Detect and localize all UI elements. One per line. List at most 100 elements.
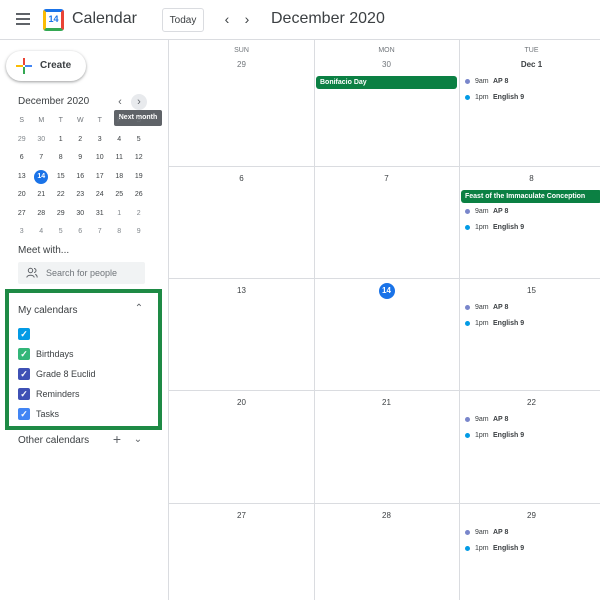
mini-day[interactable]: 23: [71, 188, 91, 202]
mini-day[interactable]: 30: [32, 133, 52, 147]
mini-day[interactable]: 4: [110, 133, 130, 147]
mini-day[interactable]: 20: [12, 188, 32, 202]
calendar-checkbox[interactable]: ✓: [18, 408, 30, 420]
mini-day[interactable]: 5: [129, 133, 149, 147]
calendar-checkbox[interactable]: ✓: [18, 328, 30, 340]
day-number[interactable]: 6: [169, 172, 314, 186]
timed-event[interactable]: 1pm English 9: [465, 430, 600, 442]
mini-day[interactable]: 10: [90, 151, 110, 165]
day-number[interactable]: 28: [314, 509, 459, 523]
all-day-event-chip[interactable]: Bonifacio Day: [316, 76, 457, 89]
mini-day[interactable]: 16: [71, 170, 91, 184]
mini-day[interactable]: 5: [51, 225, 71, 239]
mini-day[interactable]: 7: [32, 151, 52, 165]
mini-day[interactable]: 12: [129, 151, 149, 165]
mini-day[interactable]: 6: [71, 225, 91, 239]
day-number[interactable]: 7: [314, 172, 459, 186]
mini-day[interactable]: 7: [90, 225, 110, 239]
mini-day[interactable]: 29: [12, 133, 32, 147]
hamburger-menu-icon[interactable]: [16, 13, 30, 25]
chevron-down-icon[interactable]: ⌄: [132, 434, 144, 445]
mini-weekday: F: [117, 117, 122, 125]
timed-event[interactable]: 1pm English 9: [465, 318, 600, 330]
day-number[interactable]: 8: [459, 172, 600, 186]
mini-day[interactable]: 14: [32, 169, 52, 184]
mini-day[interactable]: 1: [51, 133, 71, 147]
timed-event[interactable]: 1pm English 9: [465, 543, 600, 555]
mini-day[interactable]: 18: [110, 170, 130, 184]
calendar-item[interactable]: ✓ Grade 8 Euclid: [18, 368, 138, 382]
app-title[interactable]: Calendar: [72, 10, 137, 28]
day-number[interactable]: 30: [314, 58, 459, 72]
mini-day[interactable]: 29: [51, 207, 71, 221]
calendar-item[interactable]: ✓ Birthdays: [18, 348, 138, 362]
calendar-checkbox[interactable]: ✓: [18, 348, 30, 360]
mini-day[interactable]: 8: [51, 151, 71, 165]
day-number[interactable]: 22: [459, 396, 600, 410]
chevron-up-icon[interactable]: ⌃: [133, 303, 145, 314]
mini-day[interactable]: 6: [12, 151, 32, 165]
timed-event[interactable]: 9am AP 8: [465, 206, 600, 218]
timed-event[interactable]: 9am AP 8: [465, 527, 600, 539]
mini-day[interactable]: 31: [90, 207, 110, 221]
day-number[interactable]: 13: [169, 284, 314, 298]
today-button[interactable]: Today: [162, 8, 204, 32]
day-number[interactable]: 29: [169, 58, 314, 72]
mini-next-month-icon[interactable]: ›: [131, 94, 147, 110]
mini-day[interactable]: 27: [12, 207, 32, 221]
day-number[interactable]: 29: [459, 509, 600, 523]
mini-day[interactable]: 1: [110, 207, 130, 221]
chevron-left-icon[interactable]: ‹: [219, 11, 235, 27]
mini-day[interactable]: 3: [12, 225, 32, 239]
mini-day[interactable]: 8: [110, 225, 130, 239]
all-day-event-chip[interactable]: Feast of the Immaculate Conception: [461, 190, 600, 203]
mini-day[interactable]: 13: [12, 170, 32, 184]
mini-day[interactable]: 4: [32, 225, 52, 239]
chevron-right-icon[interactable]: ›: [239, 11, 255, 27]
my-calendars-title[interactable]: My calendars: [18, 305, 77, 316]
mini-day[interactable]: 24: [90, 188, 110, 202]
timed-event[interactable]: 1pm English 9: [465, 222, 600, 234]
calendar-checkbox[interactable]: ✓: [18, 368, 30, 380]
mini-day[interactable]: 15: [51, 170, 71, 184]
timed-event[interactable]: 9am AP 8: [465, 302, 600, 314]
day-number[interactable]: 27: [169, 509, 314, 523]
other-calendars-title[interactable]: Other calendars: [18, 435, 89, 446]
calendar-label: Reminders: [36, 389, 80, 399]
timed-event[interactable]: 9am AP 8: [465, 76, 600, 88]
calendar-label: Grade 8 Euclid: [36, 369, 96, 379]
mini-day[interactable]: 11: [110, 151, 130, 165]
day-number[interactable]: 21: [314, 396, 459, 410]
mini-day[interactable]: 3: [90, 133, 110, 147]
mini-day-label: 28: [37, 209, 46, 217]
mini-day[interactable]: 21: [32, 188, 52, 202]
create-button[interactable]: Create: [6, 51, 86, 81]
mini-day[interactable]: 9: [71, 151, 91, 165]
event-time: 1pm: [475, 432, 489, 439]
mini-day[interactable]: 2: [71, 133, 91, 147]
mini-day[interactable]: 2: [129, 207, 149, 221]
calendar-item[interactable]: ✓ Reminders: [18, 388, 138, 402]
mini-day-label: 8: [58, 154, 63, 162]
today-date-badge[interactable]: 14: [378, 283, 395, 299]
timed-event[interactable]: 1pm English 9: [465, 92, 600, 104]
calendar-item[interactable]: ✓ Tasks: [18, 408, 138, 422]
mini-day[interactable]: 30: [71, 207, 91, 221]
day-number[interactable]: 20: [169, 396, 314, 410]
timed-event[interactable]: 9am AP 8: [465, 414, 600, 426]
mini-day[interactable]: 25: [110, 188, 130, 202]
calendar-checkbox[interactable]: ✓: [18, 388, 30, 400]
add-other-calendar-icon[interactable]: +: [110, 431, 124, 447]
mini-day[interactable]: 9: [129, 225, 149, 239]
day-number[interactable]: 15: [459, 284, 600, 298]
mini-day[interactable]: 17: [90, 170, 110, 184]
mini-day[interactable]: 28: [32, 207, 52, 221]
search-people-input[interactable]: Search for people: [18, 262, 145, 284]
day-number[interactable]: Dec 1: [459, 58, 600, 72]
mini-day[interactable]: 22: [51, 188, 71, 202]
mini-day[interactable]: 19: [129, 170, 149, 184]
calendar-item[interactable]: ✓: [18, 328, 138, 342]
mini-day[interactable]: 26: [129, 188, 149, 202]
mini-prev-month-icon[interactable]: ‹: [112, 94, 128, 110]
calendar-logo-icon[interactable]: 14: [43, 9, 64, 31]
